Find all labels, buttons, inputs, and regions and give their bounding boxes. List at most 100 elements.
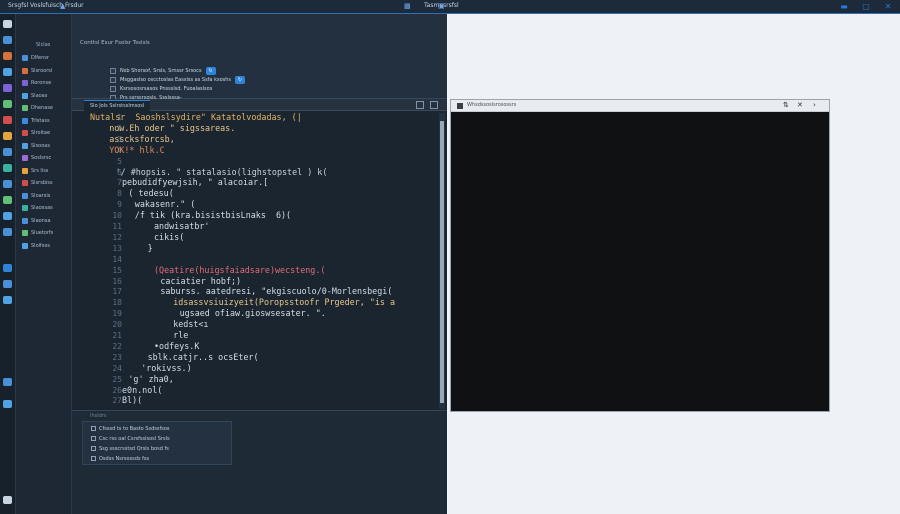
problem-item[interactable]: Cfsssd ts to Basto Ssdssfsos bbox=[91, 424, 231, 433]
code-line[interactable]: asscksforcsb, bbox=[109, 134, 175, 144]
more-actions-icon[interactable] bbox=[430, 101, 438, 109]
row-checkbox[interactable] bbox=[110, 77, 116, 83]
code-editor[interactable]: Slo Jols Sslrstsslmsosl 1 Nutalsr Saoshsl… bbox=[72, 99, 447, 410]
code-line[interactable]: •odfeys.K bbox=[154, 341, 199, 351]
git-icon[interactable] bbox=[3, 52, 12, 60]
database-icon[interactable] bbox=[3, 148, 12, 156]
code-line[interactable]: rle bbox=[173, 330, 188, 340]
timeline-icon[interactable] bbox=[3, 280, 12, 288]
row-checkbox[interactable] bbox=[110, 86, 116, 92]
code-line[interactable]: wakasenr." ( bbox=[135, 199, 196, 209]
chevron-right-icon[interactable]: › bbox=[813, 101, 816, 109]
sidebar-item[interactable]: Sloarsis bbox=[22, 192, 70, 200]
code-line[interactable]: ( tedesu( bbox=[128, 188, 173, 198]
sidebar-item[interactable]: Srs liss bbox=[22, 167, 70, 175]
collapse-icon[interactable]: ▲ bbox=[60, 2, 65, 10]
docker-icon[interactable] bbox=[3, 132, 12, 140]
code-line[interactable]: YOK!* hlk.C bbox=[109, 145, 164, 155]
browser-url[interactable]: Whsdssoslsrosossrs bbox=[467, 102, 516, 108]
sidebar-item[interactable]: Slsooas bbox=[22, 142, 70, 150]
sidebar-item[interactable]: Dhenase bbox=[22, 104, 70, 112]
close-preview-icon[interactable]: ✕ bbox=[797, 101, 803, 109]
code-line[interactable]: kedst<ı bbox=[173, 319, 208, 329]
code-line[interactable]: cikis( bbox=[154, 232, 184, 242]
gear-icon[interactable] bbox=[3, 400, 12, 408]
code-line[interactable]: Nutalsr Saoshslsydire" Katatolvodadas, (… bbox=[90, 112, 302, 122]
sidebar-item[interactable]: Slolfsos bbox=[22, 242, 70, 250]
settings-sync-icon[interactable] bbox=[3, 180, 12, 188]
terminal-icon[interactable] bbox=[3, 164, 12, 172]
sidebar-item[interactable]: Sluetorfs bbox=[22, 229, 70, 237]
sidebar-item[interactable]: Slsroorsl bbox=[22, 67, 70, 75]
sidebar-item[interactable]: Roronse bbox=[22, 79, 70, 87]
bottom-panel: Ihsldrs Cfsssd ts to Basto Ssdssfsos Csc … bbox=[72, 410, 447, 514]
row-checkbox[interactable] bbox=[110, 68, 116, 74]
code-line[interactable]: 'rokivss.) bbox=[141, 363, 191, 373]
code-line[interactable]: now.Eh oder " sigssareas. bbox=[109, 123, 235, 133]
scrollbar-thumb[interactable] bbox=[440, 121, 444, 403]
sidebar-item-label: Dlfensr bbox=[31, 55, 49, 61]
sidebar-item[interactable]: Trlstass bbox=[22, 117, 70, 125]
split-editor-icon[interactable] bbox=[416, 101, 424, 109]
package-icon[interactable] bbox=[3, 196, 12, 204]
sidebar-item-label: Soslsrsc bbox=[31, 155, 52, 161]
code-line[interactable]: idsassvsiuizyeit(Poropsstoofr Prgeder, "… bbox=[173, 297, 395, 307]
files-icon[interactable] bbox=[3, 20, 12, 28]
problem-item[interactable]: Osdss Nsrsossds fss bbox=[91, 454, 231, 463]
sort-icon[interactable]: ⇅ bbox=[783, 101, 789, 109]
sidebar-item[interactable]: Slsrsbiss bbox=[22, 179, 70, 187]
sidebar-item-icon bbox=[22, 230, 28, 236]
code-line[interactable]: Bl)( bbox=[122, 395, 142, 405]
account-icon[interactable] bbox=[3, 378, 12, 386]
sidebar-item[interactable]: Slaonsa bbox=[22, 217, 70, 225]
sidebar-item[interactable]: Dlfensr bbox=[22, 54, 70, 62]
code-line[interactable]: 'g' zha0, bbox=[128, 374, 173, 384]
code-line[interactable]: e0n.nol( bbox=[122, 385, 162, 395]
code-line[interactable]: '/ #hopsis. " statalasio(lighstopstel ) … bbox=[116, 167, 328, 177]
maximize-icon[interactable]: □ bbox=[862, 2, 870, 11]
minimize-icon[interactable]: ▬ bbox=[840, 2, 848, 11]
line-number: 8 bbox=[117, 189, 122, 199]
editor-tab[interactable]: Slo Jols Sslrstsslmsosl bbox=[84, 100, 151, 111]
problem-item[interactable]: Ssg ssscrsstsd Qrsls bosd fs bbox=[91, 444, 231, 453]
test-icon[interactable] bbox=[3, 116, 12, 124]
problem-item[interactable]: Csc rss oal Csrsfsslsosl Srsls bbox=[91, 434, 231, 443]
refresh-icon[interactable]: ↻ bbox=[205, 67, 216, 75]
sidebar-item[interactable]: Soslsrsc bbox=[22, 154, 70, 162]
sidebar-item[interactable]: Slaoas bbox=[22, 92, 70, 100]
problem-label: Osdss Nsrsossds fss bbox=[99, 455, 150, 462]
bookmark-icon[interactable] bbox=[3, 264, 12, 272]
problems-list: Cfsssd ts to Basto Ssdssfsos Csc rss oal … bbox=[82, 421, 232, 465]
browser-viewport[interactable] bbox=[451, 112, 829, 411]
code-line[interactable]: caciatier hobf;) bbox=[160, 276, 241, 286]
extensions-icon[interactable] bbox=[3, 84, 12, 92]
code-area[interactable]: 1 Nutalsr Saoshslsydire" Katatolvodadas, … bbox=[72, 112, 434, 409]
live-share-icon[interactable] bbox=[3, 296, 12, 304]
search-icon[interactable] bbox=[3, 36, 12, 44]
cloud-icon[interactable] bbox=[3, 212, 12, 220]
window-title: Srsgfsl Voslsfuisch Frsdur bbox=[8, 2, 84, 9]
editor-scrollbar[interactable] bbox=[439, 113, 445, 409]
sidebar-item[interactable]: Slaoxsas bbox=[22, 204, 70, 212]
debug-icon[interactable] bbox=[3, 68, 12, 76]
status-icon[interactable] bbox=[3, 496, 12, 504]
code-line[interactable]: saburss. aatedresi, "ekgiscuolo/0-Morlen… bbox=[160, 286, 392, 296]
code-line[interactable]: (Qeatire(huigsfaiadsare)wecsteng.( bbox=[154, 265, 325, 275]
code-line[interactable]: } bbox=[148, 243, 153, 253]
code-line[interactable]: pebudidfyewjsih, " alacoiar.[ bbox=[122, 177, 268, 187]
panel-icon[interactable]: ▩ bbox=[404, 2, 411, 10]
code-line[interactable]: sblk.catjr..s ocsEter( bbox=[148, 352, 259, 362]
sidebar-item-label: Trlstass bbox=[31, 117, 50, 124]
line-number: 22 bbox=[112, 341, 122, 351]
close-icon[interactable]: ✕ bbox=[884, 2, 892, 11]
code-line[interactable]: andwisatbr' bbox=[154, 221, 209, 231]
outline-icon[interactable] bbox=[3, 228, 12, 236]
refresh-icon[interactable]: ↻ bbox=[235, 76, 246, 84]
split-icon[interactable]: ▣ bbox=[438, 2, 445, 10]
line-number: 23 bbox=[112, 352, 122, 362]
line-number: 9 bbox=[117, 200, 122, 210]
sidebar-item[interactable]: Slroitae bbox=[22, 129, 70, 137]
remote-icon[interactable] bbox=[3, 100, 12, 108]
code-line[interactable]: /f tik (kra.bisistbisLnaks 6)( bbox=[135, 210, 291, 220]
code-line[interactable]: ugsaed ofiaw.gioswsesater. ". bbox=[180, 308, 326, 318]
